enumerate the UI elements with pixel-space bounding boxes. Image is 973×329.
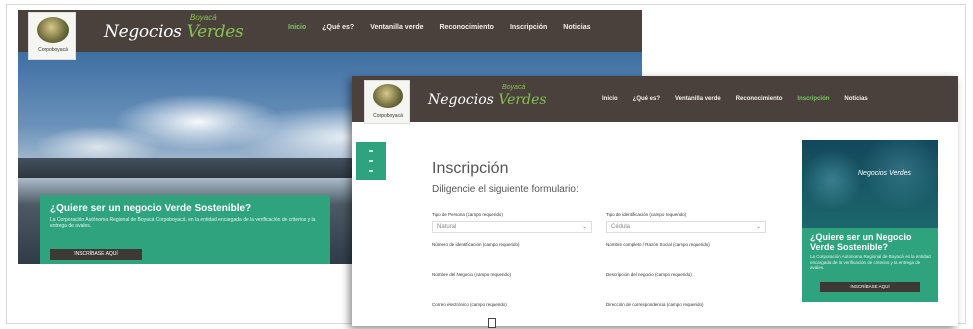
chevron-down-icon: ⌄ [755,224,761,230]
brand-word: Negocios [428,92,494,108]
nav-item-noticias[interactable]: Noticias [563,24,590,31]
social-sidebar[interactable] [356,142,386,180]
person-type-select[interactable]: Natural ⌄ [432,221,592,233]
field-business-description[interactable]: Descripción del negocio (campo requerido… [606,272,766,277]
field-address[interactable]: Dirección de correspondencia (campo requ… [606,302,766,307]
nav-item-inicio[interactable]: Inicio [288,24,306,31]
field-full-name[interactable]: Nombre completo / Razón Social (campo re… [606,242,766,247]
main-nav: Inicio ¿Qué es? Ventanilla verde Reconoc… [602,96,868,102]
emblem-icon [37,17,69,43]
field-label: Tipo de Persona (campo requerido) [432,212,503,217]
chevron-down-icon: ⌄ [581,224,587,230]
logo-caption: Corpoboyacá [373,113,403,119]
nav-item-que-es[interactable]: ¿Qué es? [322,24,354,31]
nav-item-ventanilla-verde[interactable]: Ventanilla verde [675,96,721,102]
banner-text: La Corporación Autónoma Regional de Boya… [50,217,316,229]
select-value: Cédula [611,224,631,230]
brand-accent: Verdes [498,92,547,108]
emblem-icon [373,84,403,108]
brand-name[interactable]: Negocios Verdes [104,22,244,42]
field-label: Tipo de identificación (campo requerido) [606,212,687,217]
field-label: Correo electrónico (campo requerido) [432,302,507,307]
site-header: Negocios Verdes Boyacá Inicio ¿Qué es? V… [18,10,642,52]
field-label: Dirección de correspondencia (campo requ… [606,302,704,307]
site-header: Corpoboyacá Negocios Verdes Boyacá Inici… [352,76,958,124]
nav-item-reconocimiento[interactable]: Reconocimiento [736,96,783,102]
field-email[interactable]: Correo electrónico (campo requerido) [432,302,592,307]
promo-signup-button[interactable]: INSCRÍBASE AQUÍ [820,282,920,292]
page-title: Inscripción [432,160,509,177]
nav-item-inscripcion[interactable]: Inscripción [797,96,829,102]
field-person-type: Tipo de Persona (campo requerido) Natura… [432,212,592,233]
field-id-type: Tipo de identificación (campo requerido)… [606,212,766,233]
signup-button[interactable]: INSCRÍBASE AQUÍ [50,249,142,260]
field-label: Número de identificación (campo requerid… [432,242,520,247]
social-icon[interactable] [369,150,373,152]
corpoboyaca-logo[interactable]: Corpoboyacá [364,80,410,124]
id-type-select[interactable]: Cédula ⌄ [606,221,766,233]
brand-name[interactable]: Negocios Verdes [428,92,547,108]
brand-word: Negocios [104,22,182,42]
nav-item-reconocimiento[interactable]: Reconocimiento [440,24,494,31]
field-id-number[interactable]: Número de identificación (campo requerid… [432,242,592,247]
promo-title: ¿Quiere ser un Negocio Verde Sostenible? [810,232,912,252]
brand-accent: Verdes [186,22,244,42]
field-label: Nombre del Negocio (campo requerido) [432,272,512,277]
nav-item-inicio[interactable]: Inicio [602,96,618,102]
mouse-cursor-icon [488,318,496,328]
brand-subtitle: Boyacá [502,84,526,91]
main-nav: Inicio ¿Qué es? Ventanilla verde Reconoc… [288,24,591,31]
field-label: Descripción del negocio (campo requerido… [606,272,692,277]
form-instructions: Diligencie el siguiente formulario: [432,184,579,195]
hero-banner: ¿Quiere ser un negocio Verde Sostenible?… [40,195,330,264]
logo-caption: Corpoboyacá [38,47,68,53]
promo-text: La Corporación Autónoma Regional de Boya… [810,254,931,270]
nav-item-que-es[interactable]: ¿Qué es? [633,96,660,102]
brand-subtitle: Boyacá [190,13,217,22]
corpoboyaca-logo[interactable]: Corpoboyacá [28,12,76,60]
promo-logo: Negocios Verdes [858,170,912,177]
field-business-name[interactable]: Nombre del Negocio (campo requerido) [432,272,592,277]
banner-title: ¿Quiere ser un negocio Verde Sostenible? [50,203,252,214]
inscription-window: Corpoboyacá Negocios Verdes Boyacá Inici… [352,76,958,326]
nav-item-inscripcion[interactable]: Inscripción [510,24,547,31]
social-icon[interactable] [369,160,373,162]
select-value: Natural [437,224,457,230]
field-label: Nombre completo / Razón Social (campo re… [606,242,710,247]
nav-item-noticias[interactable]: Noticias [844,96,867,102]
social-icon[interactable] [369,170,373,172]
nav-item-ventanilla-verde[interactable]: Ventanilla verde [370,24,423,31]
promo-banner: Negocios Verdes ¿Quiere ser un Negocio V… [802,140,938,302]
